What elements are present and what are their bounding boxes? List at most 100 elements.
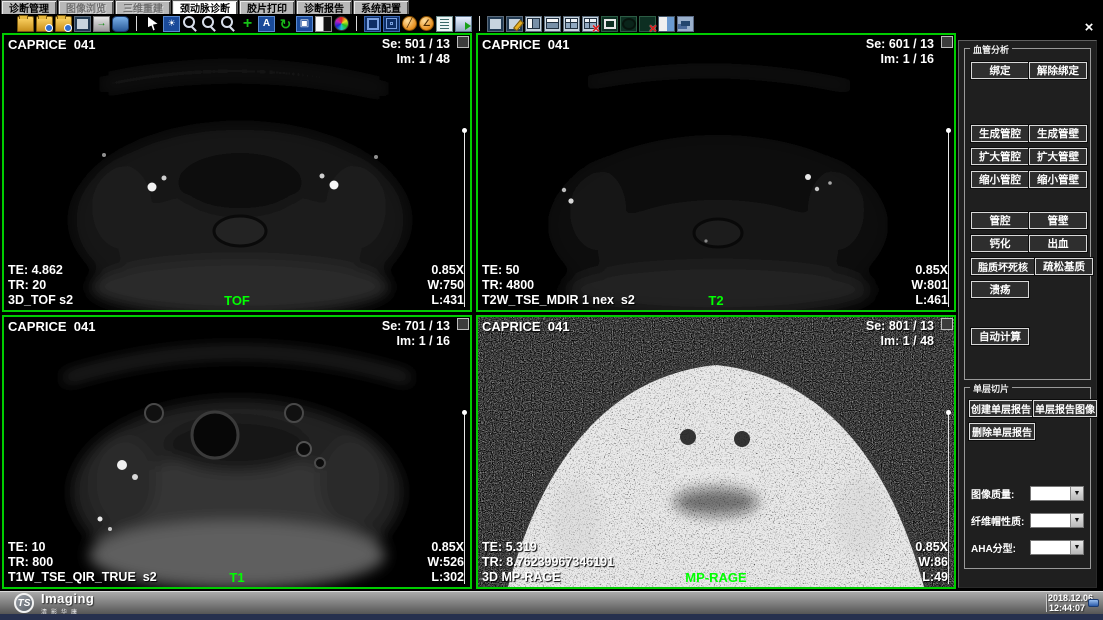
patient-name: CAPRICE 041 [8, 319, 95, 334]
split-view-icon[interactable] [658, 16, 675, 32]
expand-lumen-button[interactable]: 扩大管腔 [971, 148, 1029, 165]
hemorrhage-button[interactable]: 出血 [1029, 235, 1087, 252]
scroll-thumb[interactable] [457, 36, 469, 48]
time-text: 12:44:07 [1048, 603, 1086, 613]
sequence-label: MP-RAGE [478, 570, 954, 585]
refresh-reset-icon[interactable]: ↻ [277, 16, 294, 32]
shrink-wall-button[interactable]: 缩小管壁 [1029, 171, 1087, 188]
dropdown-arrow-icon[interactable]: ▼ [1070, 541, 1083, 554]
scroll-thumb[interactable] [941, 36, 953, 48]
measure-length-icon[interactable]: ╱ [402, 16, 417, 31]
sequence-label: TOF [4, 293, 470, 308]
delete-slice-report-button[interactable]: 删除单层报告 [969, 423, 1035, 440]
tab-system-config[interactable]: 系统配置 [353, 0, 409, 14]
create-slice-report-button[interactable]: 创建单层报告 [969, 400, 1033, 417]
image-quality-label: 图像质量: [971, 486, 1014, 501]
layout-two-column-icon[interactable] [525, 16, 542, 32]
slice-slider[interactable] [464, 412, 465, 584]
invert-contrast-icon[interactable] [315, 16, 332, 32]
loose-matrix-button[interactable]: 疏松基质 [1035, 258, 1093, 275]
report-document-icon[interactable] [436, 16, 453, 32]
toolbar: → ☀ +A↻▣ ╱∠ [0, 14, 1103, 33]
calcification-button[interactable]: 钙化 [971, 235, 1029, 252]
image-quality-select[interactable]: ▼ [1030, 486, 1084, 501]
ulcer-button[interactable]: 溃疡 [971, 281, 1029, 298]
viewport-mprage[interactable]: CAPRICE 041 Se: 801 / 13Im: 1 / 48 TE: 5… [476, 315, 956, 589]
toolbar-separator [479, 16, 480, 31]
bind-button[interactable]: 绑定 [971, 62, 1029, 79]
brand-name: Imaging [41, 591, 94, 606]
shrink-lumen-button[interactable]: 缩小管腔 [971, 171, 1029, 188]
text-annotation-icon[interactable]: A [258, 16, 275, 32]
scroll-thumb[interactable] [457, 318, 469, 330]
tab-carotid-diagnosis[interactable]: 颈动脉诊断 [172, 0, 238, 14]
sequence-label: T1 [4, 570, 470, 585]
close-icon[interactable]: × [1080, 20, 1098, 36]
film-layout-icon[interactable] [383, 16, 400, 32]
layout-grid-2x2-icon[interactable] [563, 16, 580, 32]
datetime-display: 2018.12.06 12:44:07 [1048, 593, 1086, 613]
toolbar-separator [136, 16, 137, 31]
roi-ellipse-icon[interactable] [620, 16, 637, 32]
generate-lumen-button[interactable]: 生成管腔 [971, 125, 1029, 142]
slice-slider[interactable] [464, 130, 465, 307]
vessel-analysis-group: 血管分析 绑定 解除绑定 生成管腔 生成管壁 扩大管腔 扩大管壁 缩小管腔 缩小… [964, 48, 1091, 380]
layout-delete-icon[interactable] [582, 16, 599, 32]
layout-monitor-icon[interactable] [487, 16, 504, 32]
series-info: Se: 701 / 13Im: 1 / 16 [382, 319, 450, 349]
pan-move-icon[interactable]: + [239, 16, 256, 32]
wall-button[interactable]: 管壁 [1029, 212, 1087, 229]
aha-type-select[interactable]: ▼ [1030, 540, 1084, 555]
dropdown-arrow-icon[interactable]: ▼ [1070, 514, 1083, 527]
group-title: 血管分析 [970, 43, 1012, 56]
folder-export-icon[interactable] [55, 16, 72, 32]
zoom-region-icon[interactable] [201, 16, 218, 32]
layout-two-row-icon[interactable] [544, 16, 561, 32]
viewport-tof[interactable]: CAPRICE 041 Se: 501 / 13Im: 1 / 48 TE: 4… [2, 33, 472, 312]
color-palette-icon[interactable] [334, 16, 349, 31]
roi-rectangle-icon[interactable] [601, 16, 618, 32]
slice-slider[interactable] [948, 130, 949, 307]
exit-door-icon[interactable]: → [93, 16, 110, 32]
zoom-magnifier-icon[interactable] [182, 16, 199, 32]
tab-diagnosis-report[interactable]: 诊断报告 [296, 0, 352, 14]
folder-open-icon[interactable] [17, 16, 34, 32]
lumen-button[interactable]: 管腔 [971, 212, 1029, 229]
lipid-necrotic-core-button[interactable]: 脂质坏死核 [971, 258, 1035, 275]
scroll-thumb[interactable] [941, 318, 953, 330]
folder-import-icon[interactable] [36, 16, 53, 32]
unbind-button[interactable]: 解除绑定 [1029, 62, 1087, 79]
brand-logo: TS Imaging 清影华康 [14, 591, 94, 616]
zoom-ratio-icon[interactable] [220, 16, 237, 32]
tab-3d-reconstruction[interactable]: 三维重建 [115, 0, 171, 14]
viewport-t1[interactable]: CAPRICE 041 Se: 701 / 13Im: 1 / 16 TE: 1… [2, 315, 472, 589]
roi-delete-icon[interactable] [639, 16, 656, 32]
slice-slider[interactable] [948, 412, 949, 584]
viewport-t2[interactable]: CAPRICE 041 Se: 601 / 13Im: 1 / 16 TE: 5… [476, 33, 956, 312]
expand-wall-button[interactable]: 扩大管壁 [1029, 148, 1087, 165]
menu-bar: 诊断管理 图像浏览 三维重建 颈动脉诊断 胶片打印 诊断报告 系统配置 [0, 0, 1103, 14]
carotid-analysis-panel: 血管分析 绑定 解除绑定 生成管腔 生成管壁 扩大管腔 扩大管壁 缩小管腔 缩小… [958, 40, 1097, 588]
measure-angle-icon[interactable]: ∠ [419, 16, 434, 31]
workstation-monitor-icon[interactable] [74, 16, 91, 32]
fit-to-screen-icon[interactable]: ▣ [296, 16, 313, 32]
image-viewer-grid: CAPRICE 041 Se: 501 / 13Im: 1 / 48 TE: 4… [0, 33, 958, 591]
tab-film-print[interactable]: 胶片打印 [239, 0, 295, 14]
layout-monitor-edit-icon[interactable] [506, 16, 523, 32]
window-level-icon[interactable]: ☀ [163, 16, 180, 32]
ts-logo-icon: TS [14, 593, 34, 613]
auto-calculate-button[interactable]: 自动计算 [971, 328, 1029, 345]
slice-report-image-button[interactable]: 单层报告图像 [1033, 400, 1097, 417]
cursor-pointer-icon[interactable] [144, 16, 161, 32]
film-frame-icon[interactable] [364, 16, 381, 32]
dropdown-arrow-icon[interactable]: ▼ [1070, 487, 1083, 500]
tab-image-browse[interactable]: 图像浏览 [58, 0, 114, 14]
patient-name: CAPRICE 041 [482, 37, 569, 52]
save-image-icon[interactable] [455, 16, 472, 32]
fibrous-cap-select[interactable]: ▼ [1030, 513, 1084, 528]
generate-wall-button[interactable]: 生成管壁 [1029, 125, 1087, 142]
database-clock-icon[interactable] [112, 16, 129, 32]
cine-browse-icon[interactable] [677, 16, 694, 32]
clock-icon [1088, 599, 1099, 607]
tab-diagnosis-management[interactable]: 诊断管理 [1, 0, 57, 14]
